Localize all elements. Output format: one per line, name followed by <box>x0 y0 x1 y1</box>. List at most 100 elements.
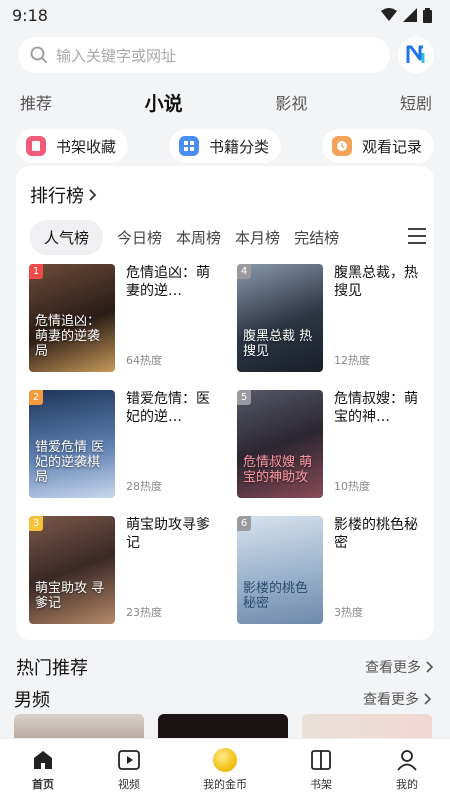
male-section-header: 男频 查看更多 <box>14 686 432 712</box>
book-cover: 2 错爱危情 医妃的逆袭棋局 <box>29 390 115 498</box>
tab-recommend[interactable]: 推荐 <box>20 90 52 114</box>
male-title: 男频 <box>14 690 50 711</box>
status-bar: 9:18 <box>0 0 450 30</box>
book-title: 危情叔嫂：萌宝的神… <box>334 391 418 425</box>
ranking-title[interactable]: 排行榜 <box>30 182 98 208</box>
nav-bookshelf[interactable]: 书架 <box>309 748 333 792</box>
book-cover: 6 影楼的桃色秘密 <box>237 516 323 624</box>
ranking-tabs: 人气榜 今日榜 本周榜 本月榜 完结榜 <box>30 219 426 255</box>
grid-icon <box>178 136 199 156</box>
signal-icon <box>403 8 417 22</box>
nav-label: 书架 <box>310 777 332 791</box>
coin-icon <box>213 747 237 772</box>
rank-badge: 5 <box>237 390 251 405</box>
tab-novel[interactable]: 小说 <box>145 89 183 116</box>
tab-short-drama[interactable]: 短剧 <box>400 90 432 114</box>
cover-title: 危情追凶：萌妻的逆袭局 <box>35 314 101 360</box>
tab-video[interactable]: 影视 <box>275 90 307 114</box>
rank-badge: 3 <box>29 516 43 531</box>
rank-badge: 1 <box>29 264 43 279</box>
search-placeholder: 输入关键字或网址 <box>56 46 177 65</box>
wifi-icon <box>381 8 397 21</box>
search-row: 输入关键字或网址 <box>0 30 450 76</box>
hot-section-header: 热门推荐 查看更多 <box>16 654 434 680</box>
main-tabs: 推荐 小说 影视 短剧 <box>0 76 450 120</box>
tab-week[interactable]: 本周榜 <box>176 227 221 248</box>
book-title: 错爱危情：医妃的逆… <box>126 391 210 425</box>
book-heat: 3热度 <box>334 606 363 619</box>
tab-today[interactable]: 今日榜 <box>117 227 162 248</box>
status-time: 9:18 <box>12 5 48 25</box>
battery-icon <box>423 7 432 23</box>
chevron-right-icon <box>89 189 97 201</box>
more-text: 查看更多 <box>363 692 419 708</box>
book-cover: 4 腹黑总裁 热搜见 <box>237 264 323 372</box>
clock-icon <box>331 136 352 156</box>
ranking-card: 排行榜 人气榜 今日榜 本周榜 本月榜 完结榜 1 危情追凶：萌妻的逆袭局 危情… <box>16 166 434 640</box>
cover-title: 腹黑总裁 热搜见 <box>243 329 313 360</box>
book-title: 影楼的桃色秘密 <box>334 517 418 551</box>
book-item[interactable]: 2 错爱危情 医妃的逆袭棋局 错爱危情：医妃的逆… 28热度 <box>29 390 219 500</box>
cover-title: 萌宝助攻 寻爹记 <box>35 581 105 612</box>
book-heat: 12热度 <box>334 354 370 367</box>
book-cover: 1 危情追凶：萌妻的逆袭局 <box>29 264 115 372</box>
book-title: 腹黑总裁，热搜见 <box>334 265 418 299</box>
book-heat: 23热度 <box>126 606 162 619</box>
chevron-right-icon <box>424 693 432 705</box>
book-heat: 28热度 <box>126 480 162 493</box>
male-thumbnails <box>14 714 434 738</box>
quick-links: 书架收藏 书籍分类 观看记录 <box>0 120 450 168</box>
search-icon <box>30 46 48 64</box>
thumbnail[interactable] <box>158 714 288 738</box>
ranking-title-text: 排行榜 <box>30 186 84 207</box>
play-icon <box>118 749 140 770</box>
nav-profile[interactable]: 我的 <box>395 748 419 792</box>
bottom-nav: 首页 视频 我的金币 书架 我的 <box>0 738 450 800</box>
tab-popular[interactable]: 人气榜 <box>30 219 104 255</box>
book-heat: 10热度 <box>334 480 370 493</box>
book-heat: 64热度 <box>126 354 162 367</box>
thumbnail[interactable] <box>302 714 432 738</box>
quick-link-label: 书架收藏 <box>56 137 117 156</box>
status-icons <box>381 7 432 23</box>
nav-label: 视频 <box>118 777 140 791</box>
rank-badge: 2 <box>29 390 43 405</box>
tab-finished[interactable]: 完结榜 <box>294 227 339 248</box>
chevron-right-icon <box>426 661 434 673</box>
book-cover: 5 危情叔嫂 萌宝的神助攻 <box>237 390 323 498</box>
hot-more-link[interactable]: 查看更多 <box>365 657 434 677</box>
thumbnail[interactable] <box>14 714 144 738</box>
cover-title: 影楼的桃色秘密 <box>243 581 309 612</box>
nav-label: 我的 <box>396 777 418 791</box>
browser-logo-button[interactable] <box>398 37 434 73</box>
quick-link-label: 书籍分类 <box>208 137 269 156</box>
book-item[interactable]: 4 腹黑总裁 热搜见 腹黑总裁，热搜见 12热度 <box>237 264 427 374</box>
user-icon <box>397 749 417 771</box>
book-item[interactable]: 1 危情追凶：萌妻的逆袭局 危情追凶：萌妻的逆… 64热度 <box>29 264 219 374</box>
book-item[interactable]: 6 影楼的桃色秘密 影楼的桃色秘密 3热度 <box>237 516 427 626</box>
nav-video[interactable]: 视频 <box>117 748 141 792</box>
nav-label: 我的金币 <box>203 777 247 791</box>
n-logo-icon <box>406 45 425 63</box>
quick-link-label: 观看记录 <box>361 137 422 156</box>
home-icon <box>34 750 52 769</box>
book-icon <box>311 749 331 770</box>
book-item[interactable]: 3 萌宝助攻 寻爹记 萌宝助攻寻爹记 23热度 <box>29 516 219 626</box>
book-categories-button[interactable]: 书籍分类 <box>168 129 281 163</box>
hot-title: 热门推荐 <box>16 658 88 679</box>
more-text: 查看更多 <box>365 660 421 676</box>
rank-badge: 4 <box>237 264 251 279</box>
tab-month[interactable]: 本月榜 <box>235 227 280 248</box>
search-input[interactable]: 输入关键字或网址 <box>18 37 390 73</box>
male-more-link[interactable]: 查看更多 <box>363 689 432 709</box>
bookshelf-favorites-button[interactable]: 书架收藏 <box>16 129 129 163</box>
nav-home[interactable]: 首页 <box>31 748 55 792</box>
watch-history-button[interactable]: 观看记录 <box>321 129 434 163</box>
book-item[interactable]: 5 危情叔嫂 萌宝的神助攻 危情叔嫂：萌宝的神… 10热度 <box>237 390 427 500</box>
book-cover: 3 萌宝助攻 寻爹记 <box>29 516 115 624</box>
menu-icon[interactable] <box>408 228 426 249</box>
book-title: 危情追凶：萌妻的逆… <box>126 265 210 299</box>
book-title: 萌宝助攻寻爹记 <box>126 517 210 551</box>
nav-label: 首页 <box>32 777 54 791</box>
nav-coins[interactable]: 我的金币 <box>203 747 247 792</box>
